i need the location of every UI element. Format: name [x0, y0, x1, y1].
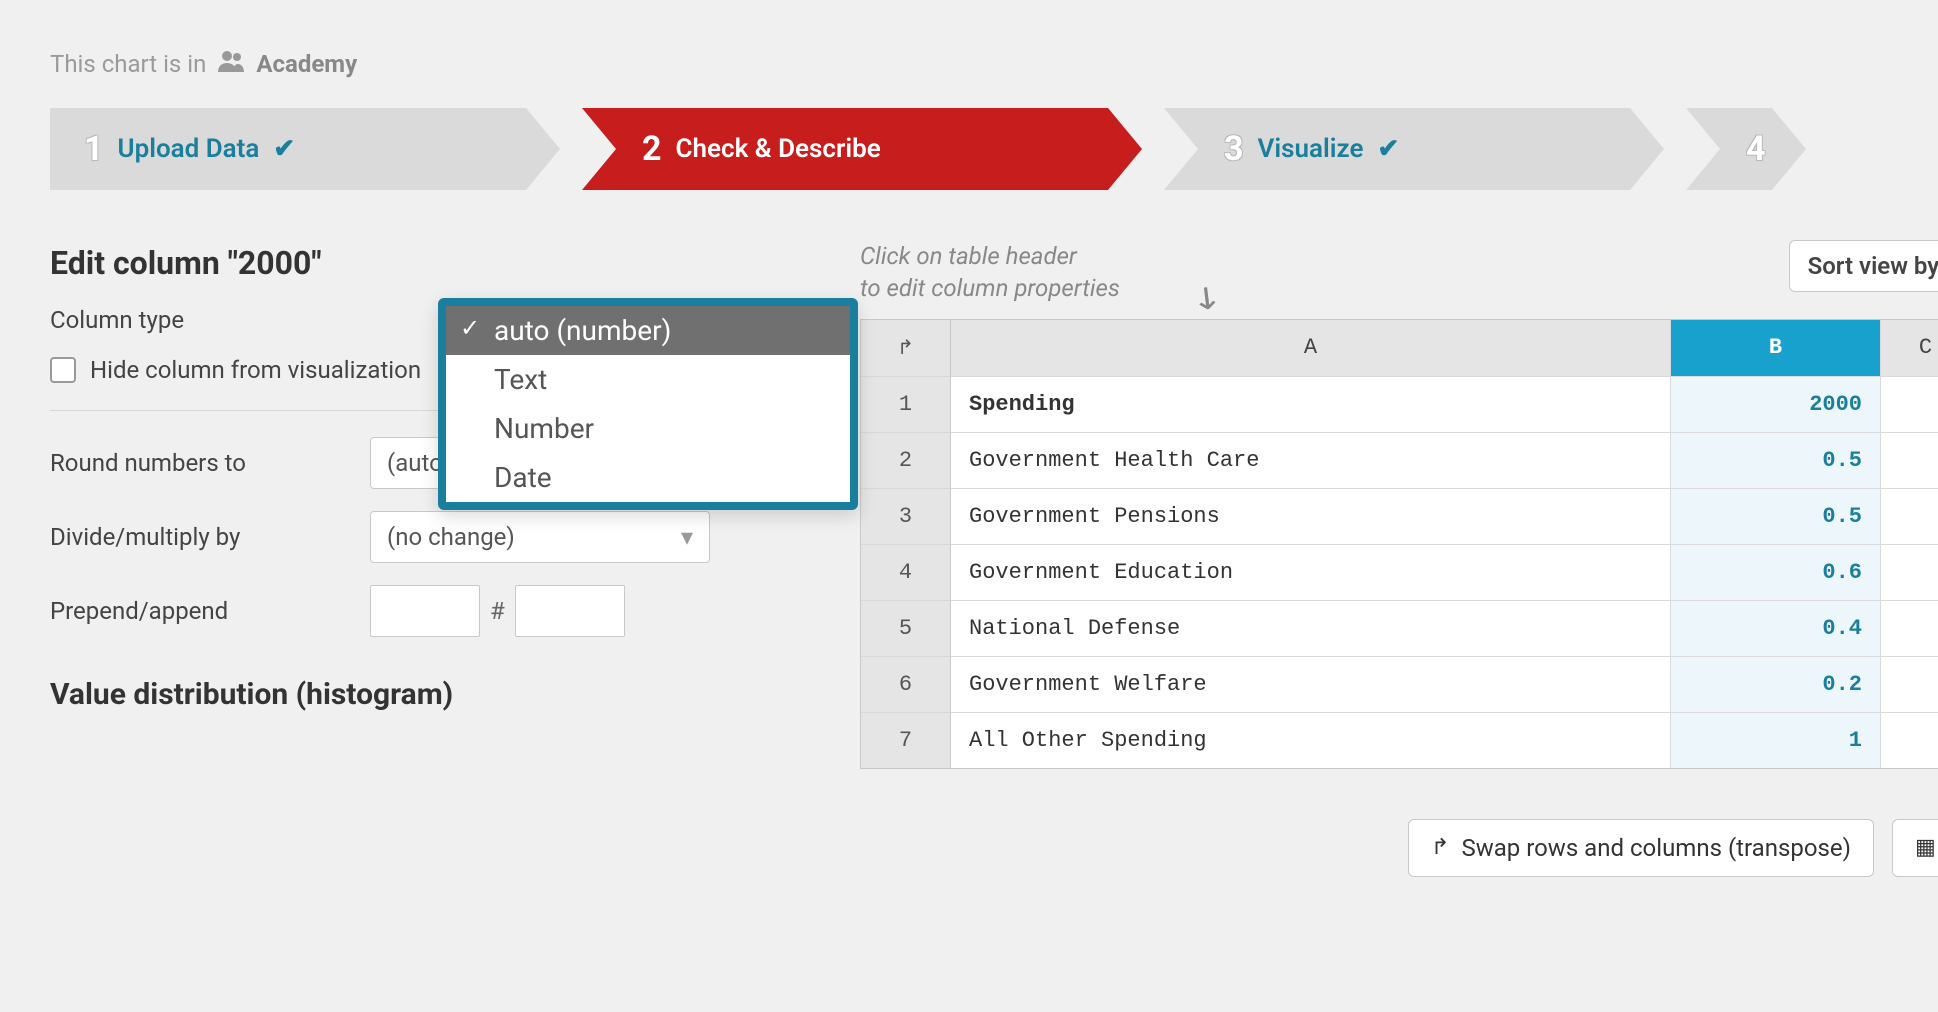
- step-number: 1: [84, 129, 104, 169]
- step-visualize[interactable]: 3 Visualize ✔: [1164, 108, 1664, 190]
- row-number[interactable]: 2: [861, 432, 951, 488]
- type-option-text[interactable]: Text: [446, 355, 850, 404]
- cell[interactable]: 2000: [1671, 376, 1881, 432]
- row-number[interactable]: 4: [861, 544, 951, 600]
- data-preview: Click on table header to edit column pro…: [860, 240, 1938, 877]
- step-check-describe[interactable]: 2 Check & Describe: [582, 108, 1142, 190]
- table-header-row: ↱ A B C: [861, 320, 1938, 376]
- type-option-auto[interactable]: auto (number): [446, 306, 850, 355]
- divmul-label: Divide/multiply by: [50, 523, 370, 551]
- cell[interactable]: 0.5: [1671, 432, 1881, 488]
- owner-breadcrumb: This chart is in Academy: [50, 50, 1938, 78]
- cell[interactable]: Government Education: [951, 544, 1671, 600]
- step-4[interactable]: 4: [1686, 108, 1806, 190]
- hint-line2: to edit column properties: [860, 274, 1120, 302]
- step-upload[interactable]: 1 Upload Data ✔: [50, 108, 560, 190]
- cell[interactable]: 0.5: [1671, 488, 1881, 544]
- cell[interactable]: 0.6: [1671, 544, 1881, 600]
- transpose-button[interactable]: ↱ Swap rows and columns (transpose): [1408, 819, 1874, 877]
- cell[interactable]: [1881, 488, 1938, 544]
- histogram-title: Value distribution (histogram): [50, 677, 830, 712]
- row-number[interactable]: 7: [861, 712, 951, 768]
- type-option-number[interactable]: Number: [446, 404, 850, 453]
- breadcrumb-prefix: This chart is in: [50, 50, 206, 78]
- divmul-select[interactable]: (no change) ▾: [370, 511, 710, 563]
- type-option-date[interactable]: Date: [446, 453, 850, 502]
- sort-label: Sort view by…: [1808, 252, 1938, 280]
- step-label: Check & Describe: [676, 134, 881, 164]
- col-header-A[interactable]: A: [951, 320, 1671, 376]
- chevron-down-icon: ▾: [681, 523, 693, 551]
- col-header-C[interactable]: C: [1881, 320, 1938, 376]
- prepend-input[interactable]: [370, 585, 480, 637]
- cell[interactable]: All Other Spending: [951, 712, 1671, 768]
- cell[interactable]: National Defense: [951, 600, 1671, 656]
- row-number[interactable]: 5: [861, 600, 951, 656]
- table-hint: Click on table header to edit column pro…: [860, 240, 1120, 305]
- cell[interactable]: [1881, 712, 1938, 768]
- prepend-label: Prepend/append: [50, 597, 370, 625]
- divmul-value: (no change): [387, 523, 515, 551]
- cell[interactable]: 0.2: [1671, 656, 1881, 712]
- step-number: 3: [1224, 129, 1244, 169]
- step-label: Visualize: [1258, 134, 1364, 164]
- step-label: Upload Data: [118, 134, 260, 164]
- add-column-button[interactable]: ▦ Ad: [1892, 819, 1938, 877]
- cell[interactable]: Government Pensions: [951, 488, 1671, 544]
- data-table: ↱ A B C 1 Spending 2000 2 Government Hea…: [860, 319, 1938, 769]
- cell[interactable]: 0.4: [1671, 600, 1881, 656]
- row-number[interactable]: 1: [861, 376, 951, 432]
- cell[interactable]: 1: [1671, 712, 1881, 768]
- cell[interactable]: Government Health Care: [951, 432, 1671, 488]
- hide-column-label: Hide column from visualization: [90, 356, 421, 384]
- swap-icon: ↱: [1431, 835, 1449, 860]
- check-icon: ✔: [1377, 134, 1399, 164]
- row-number[interactable]: 6: [861, 656, 951, 712]
- table-row: 7 All Other Spending 1: [861, 712, 1938, 768]
- check-icon: ✔: [273, 134, 295, 164]
- table-row: 4 Government Education 0.6: [861, 544, 1938, 600]
- grid-icon: ▦: [1915, 835, 1936, 860]
- cell[interactable]: [1881, 376, 1938, 432]
- wizard-steps: 1 Upload Data ✔ 2 Check & Describe 3 Vis…: [50, 108, 1938, 190]
- transpose-label: Swap rows and columns (transpose): [1461, 834, 1851, 862]
- step-number: 4: [1746, 129, 1766, 169]
- owner-name[interactable]: Academy: [256, 50, 357, 78]
- people-icon: [218, 50, 244, 78]
- col-header-B[interactable]: B: [1671, 320, 1881, 376]
- cell[interactable]: [1881, 544, 1938, 600]
- row-number[interactable]: 3: [861, 488, 951, 544]
- arrow-swoosh-icon: ↘: [1180, 270, 1228, 324]
- transpose-corner-icon[interactable]: ↱: [861, 320, 951, 376]
- editor-title: Edit column "2000": [50, 244, 830, 282]
- checkbox-icon: [50, 357, 76, 383]
- field-divmul: Divide/multiply by (no change) ▾: [50, 511, 830, 563]
- column-editor: Edit column "2000" Column type Hide colu…: [50, 240, 830, 877]
- hint-line1: Click on table header: [860, 242, 1077, 270]
- column-type-dropdown[interactable]: auto (number) Text Number Date: [438, 298, 858, 510]
- cell[interactable]: [1881, 432, 1938, 488]
- table-row: 2 Government Health Care 0.5: [861, 432, 1938, 488]
- append-input[interactable]: [515, 585, 625, 637]
- prepend-separator: #: [490, 597, 505, 625]
- table-row: 6 Government Welfare 0.2: [861, 656, 1938, 712]
- table-row: 1 Spending 2000: [861, 376, 1938, 432]
- cell[interactable]: [1881, 656, 1938, 712]
- field-prepend-append: Prepend/append #: [50, 585, 830, 637]
- step-number: 2: [642, 129, 662, 169]
- column-type-label: Column type: [50, 306, 370, 334]
- table-row: 5 National Defense 0.4: [861, 600, 1938, 656]
- table-row: 3 Government Pensions 0.5: [861, 488, 1938, 544]
- cell[interactable]: Spending: [951, 376, 1671, 432]
- sort-view-button[interactable]: Sort view by… ▾: [1789, 240, 1938, 292]
- cell[interactable]: Government Welfare: [951, 656, 1671, 712]
- round-label: Round numbers to: [50, 449, 370, 477]
- cell[interactable]: [1881, 600, 1938, 656]
